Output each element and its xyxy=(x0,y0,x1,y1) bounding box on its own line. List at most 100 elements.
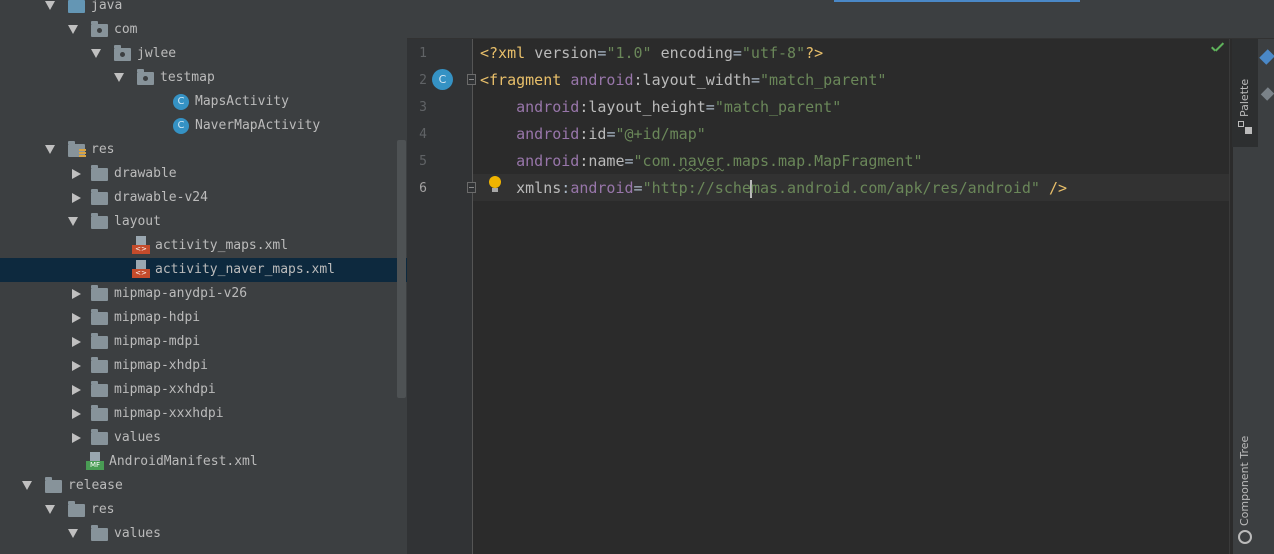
folder-icon xyxy=(91,309,108,325)
tree-item[interactable]: jwlee xyxy=(0,42,407,66)
code-token: :layout_height xyxy=(579,98,706,116)
tree-item-label: mipmap-xhdpi xyxy=(114,358,208,373)
code-token: :name xyxy=(579,152,625,170)
code-token: /> xyxy=(1039,179,1068,197)
xml-file-icon: <> xyxy=(132,236,150,255)
tree-item[interactable]: <> activity_maps.xml xyxy=(0,234,407,258)
collapsed-arrow-icon[interactable] xyxy=(72,313,81,323)
code-token: naver xyxy=(678,152,724,170)
tree-item[interactable]: com xyxy=(0,18,407,42)
expand-arrow-icon[interactable] xyxy=(68,25,78,34)
tree-item-label: mipmap-xxhdpi xyxy=(114,382,216,397)
tree-item[interactable]: mipmap-hdpi xyxy=(0,306,407,330)
tree-item-label: mipmap-anydpi-v26 xyxy=(114,286,248,301)
tree-item[interactable]: release xyxy=(0,474,407,498)
active-tab-indicator xyxy=(834,0,1080,2)
fold-end-icon[interactable] xyxy=(467,182,476,193)
code-token: version xyxy=(534,44,598,62)
project-tree: java com jwlee testmap C MapsActivity C NaverMa… xyxy=(0,0,407,554)
component-tree-icon[interactable] xyxy=(1238,530,1252,544)
code-token: : xyxy=(561,179,571,197)
tree-item-label: release xyxy=(68,478,123,493)
line-number: 3 xyxy=(419,100,427,115)
tree-item-label: drawable-v24 xyxy=(114,190,208,205)
folder-icon xyxy=(91,189,108,205)
xml-file-icon: <> xyxy=(132,260,150,279)
class-reference-gutter-icon[interactable]: C xyxy=(432,69,453,90)
collapsed-arrow-icon[interactable] xyxy=(72,169,81,179)
code-token: "utf-8" xyxy=(741,44,806,62)
class-icon: C xyxy=(173,118,189,134)
lightbulb-icon[interactable] xyxy=(488,176,502,194)
tree-item[interactable]: mipmap-xhdpi xyxy=(0,354,407,378)
tree-item-label: jwlee xyxy=(137,46,177,61)
code-line[interactable]: xmlns:android="http://schemas.android.co… xyxy=(480,175,1067,202)
expand-arrow-icon[interactable] xyxy=(91,49,101,58)
palette-tab-label: Palette xyxy=(1238,78,1251,117)
inspection-ok-check-icon[interactable] xyxy=(1210,42,1227,56)
line-number: 1 xyxy=(419,46,427,61)
folder-icon xyxy=(91,357,108,373)
collapsed-arrow-icon[interactable] xyxy=(72,337,81,347)
tree-item[interactable]: mipmap-xxxhdpi xyxy=(0,402,407,426)
tree-item-label: testmap xyxy=(160,70,215,85)
fold-toggle-icon[interactable] xyxy=(467,74,476,85)
tree-item[interactable]: res xyxy=(0,138,407,162)
code-token: .maps.map.MapFragment" xyxy=(723,152,923,170)
tree-item[interactable]: values xyxy=(0,522,407,546)
folder-icon xyxy=(91,213,108,229)
package-icon xyxy=(137,69,154,85)
tree-item[interactable]: java xyxy=(0,0,407,18)
tree-item[interactable]: mipmap-anydpi-v26 xyxy=(0,282,407,306)
collapsed-arrow-icon[interactable] xyxy=(72,193,81,203)
code-token: mas.android.com/apk/res/android" xyxy=(750,179,1040,197)
folder-icon xyxy=(91,429,108,445)
collapsed-arrow-icon[interactable] xyxy=(72,289,81,299)
expand-arrow-icon[interactable] xyxy=(22,481,32,490)
expand-arrow-icon[interactable] xyxy=(68,217,78,226)
folder-icon xyxy=(45,477,62,493)
tree-item-label: mipmap-mdpi xyxy=(114,334,201,349)
collapsed-arrow-icon[interactable] xyxy=(72,409,81,419)
tree-item[interactable]: mipmap-mdpi xyxy=(0,330,407,354)
tree-item[interactable]: C NaverMapActivity xyxy=(0,114,407,138)
collapsed-arrow-icon[interactable] xyxy=(72,361,81,371)
code-token: :id xyxy=(579,125,607,143)
collapsed-arrow-icon[interactable] xyxy=(72,433,81,443)
code-line[interactable]: android:id="@+id/map" xyxy=(480,121,706,148)
tree-item[interactable]: testmap xyxy=(0,66,407,90)
expand-arrow-icon[interactable] xyxy=(45,1,55,10)
tree-item[interactable]: drawable xyxy=(0,162,407,186)
code-token: android xyxy=(570,71,634,89)
tree-item[interactable]: layout xyxy=(0,210,407,234)
collapsed-arrow-icon[interactable] xyxy=(72,385,81,395)
component-tree-tab-label[interactable]: Component Tree xyxy=(1238,436,1251,526)
code-line[interactable]: <fragment android:layout_width="match_pa… xyxy=(480,67,886,94)
folder-icon xyxy=(91,381,108,397)
tree-item[interactable]: mipmap-xxhdpi xyxy=(0,378,407,402)
code-line[interactable]: android:layout_height="match_parent" xyxy=(480,94,841,121)
expand-arrow-icon[interactable] xyxy=(45,505,55,514)
code-token: "match_parent" xyxy=(714,98,842,116)
tree-item-label: values xyxy=(114,526,161,541)
code-token: = xyxy=(705,98,715,116)
palette-icon[interactable] xyxy=(1238,121,1252,135)
code-token: xmlns xyxy=(516,179,562,197)
code-line[interactable]: android:name="com.naver.maps.map.MapFrag… xyxy=(480,148,923,175)
expand-arrow-icon[interactable] xyxy=(45,145,55,154)
code-token: "com. xyxy=(633,152,679,170)
folder-icon xyxy=(91,285,108,301)
expand-arrow-icon[interactable] xyxy=(114,73,124,82)
code-token: <?xml xyxy=(480,44,535,62)
tree-item[interactable]: MF AndroidManifest.xml xyxy=(0,450,407,474)
tree-item[interactable]: drawable-v24 xyxy=(0,186,407,210)
expand-arrow-icon[interactable] xyxy=(68,529,78,538)
tree-item[interactable]: C MapsActivity xyxy=(0,90,407,114)
code-line[interactable]: <?xml version="1.0" encoding="utf-8"?> xyxy=(480,40,823,67)
project-tree-scrollbar-thumb[interactable] xyxy=(397,140,406,398)
tree-item[interactable]: values xyxy=(0,426,407,450)
tree-item[interactable]: res xyxy=(0,498,407,522)
tree-item[interactable]: <> activity_naver_maps.xml xyxy=(0,258,407,282)
tree-item-label: res xyxy=(91,142,115,157)
